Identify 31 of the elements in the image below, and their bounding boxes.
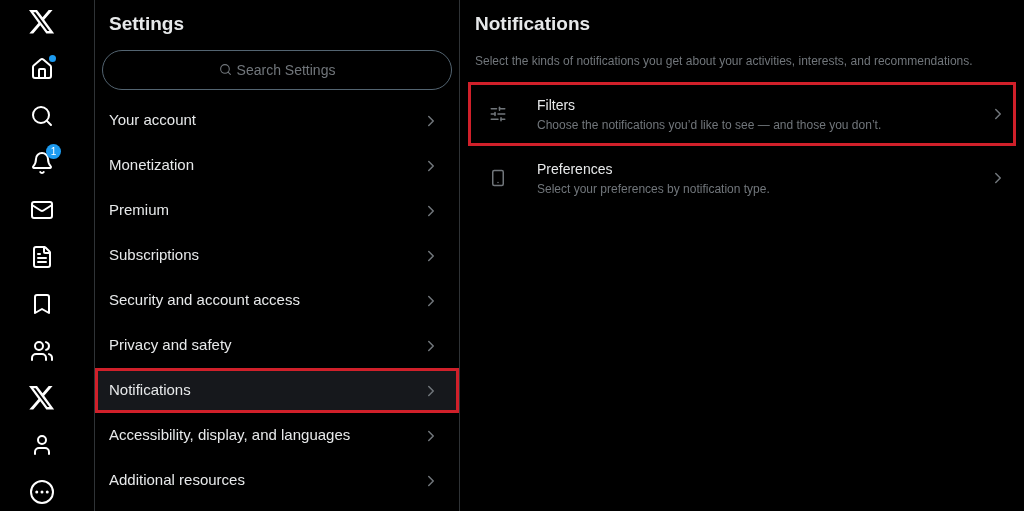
x-logo-icon[interactable] [29, 386, 55, 410]
notifications-title: Notifications [474, 12, 592, 36]
settings-item[interactable]: Notifications [95, 368, 459, 413]
x-logo-icon[interactable] [29, 10, 55, 34]
settings-title: Settings [108, 12, 185, 36]
notification-option[interactable]: Preferences Select your preferences by notification type. [468, 146, 1016, 210]
settings-item[interactable]: Privacy and safety [95, 323, 459, 368]
notification-badge: 1 [46, 144, 61, 159]
search-icon [219, 63, 232, 76]
mail-icon[interactable] [30, 198, 54, 222]
settings-item[interactable]: Monetization [95, 143, 459, 188]
settings-item[interactable]: Security and account access [95, 278, 459, 323]
list-icon[interactable] [30, 245, 54, 269]
people-icon[interactable] [30, 339, 54, 363]
more-icon[interactable] [30, 480, 54, 504]
settings-item[interactable]: Premium [95, 188, 459, 233]
option-title: Filters [537, 95, 577, 115]
search-icon[interactable] [30, 104, 54, 128]
search-field[interactable]: Search Settings [102, 50, 452, 90]
notifications-description: Select the kinds of notifications you get about your activities, interests, and recommendations. [474, 53, 974, 70]
settings-item[interactable]: Accessibility, display, and languages [95, 413, 459, 458]
home-icon[interactable] [30, 57, 54, 81]
settings-item[interactable]: Your account [95, 98, 459, 143]
sliders-icon [489, 105, 507, 123]
notification-option[interactable]: Filters Choose the notifications you’d like to see — and those you don’t. [468, 82, 1016, 146]
option-subtitle: Choose the notifications you’d like to see — and those you don’t. [537, 116, 883, 134]
option-subtitle: Select your preferences by notification type. [537, 180, 771, 198]
settings-item[interactable]: Additional resources [95, 458, 459, 503]
settings-item[interactable]: Subscriptions [95, 233, 459, 278]
option-title: Preferences [537, 159, 614, 179]
phone-icon [489, 169, 507, 187]
